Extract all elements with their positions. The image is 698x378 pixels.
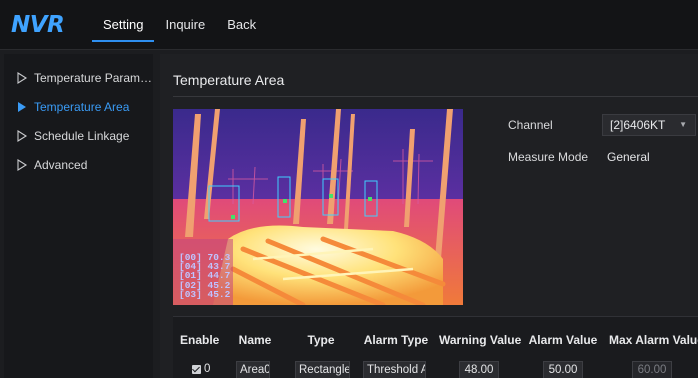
column-header-name: Name xyxy=(238,333,272,347)
channel-value: [2]6406KT xyxy=(610,118,666,132)
triangle-outline-right-icon xyxy=(17,129,28,142)
column-header-alarm-value: Alarm Value xyxy=(528,333,598,347)
measure-mode-value: General xyxy=(607,150,650,164)
max-alarm-value-input: 60.00 xyxy=(632,361,672,378)
thermal-preview[interactable]: [00] 70.3 [04] 43.7 [01] 44.7 [02] 45.2 … xyxy=(173,109,463,305)
nav-inquire[interactable]: Inquire xyxy=(154,0,216,50)
row-index: 0 xyxy=(204,363,211,375)
column-header-warning-value: Warning Value xyxy=(439,333,522,347)
area-type-select[interactable]: Rectangle xyxy=(295,361,350,378)
sidebar-item-schedule-linkage[interactable]: Schedule Linkage xyxy=(4,121,153,150)
triangle-outline-right-icon xyxy=(17,71,28,84)
column-header-enable: Enable xyxy=(180,333,220,347)
column-header-alarm-type: Alarm Type xyxy=(363,333,429,347)
sidebar-item-label: Temperature Area xyxy=(34,99,130,114)
channel-select[interactable]: [2]6406KT ▼ xyxy=(602,114,696,136)
alarm-value-input[interactable]: 50.00 xyxy=(543,361,583,378)
page-title: Temperature Area xyxy=(173,72,285,88)
area-table: Enable Name Type Alarm Type Warning Valu… xyxy=(173,316,698,378)
sidebar-item-label: Schedule Linkage xyxy=(34,128,130,143)
main-panel: Temperature Area [00] 70.3 [04] 43.7 [01… xyxy=(160,54,698,378)
measure-mode-label: Measure Mode xyxy=(508,150,589,164)
caret-down-icon: ▼ xyxy=(679,120,687,129)
top-bar: NVR Setting Inquire Back xyxy=(0,0,698,50)
sidebar-item-label: Advanced xyxy=(34,157,88,172)
sidebar: Temperature Param… Temperature Area Sche… xyxy=(4,54,153,378)
temperature-readings: [00] 70.3 [04] 43.7 [01] 44.7 [02] 45.2 … xyxy=(179,253,231,300)
nav-setting[interactable]: Setting xyxy=(92,0,155,50)
enable-checkbox[interactable] xyxy=(192,365,201,374)
sidebar-item-temperature-param[interactable]: Temperature Param… xyxy=(4,63,153,92)
sidebar-item-advanced[interactable]: Advanced xyxy=(4,150,153,179)
channel-label: Channel xyxy=(508,118,553,132)
nvr-logo: NVR xyxy=(11,12,65,38)
main-nav: Setting Inquire Back xyxy=(92,0,267,50)
area-name-input[interactable]: Area0 xyxy=(236,361,270,378)
nav-back[interactable]: Back xyxy=(216,0,267,50)
warning-value-input[interactable]: 48.00 xyxy=(459,361,499,378)
column-header-max-alarm-value: Max Alarm Value xyxy=(609,333,698,347)
sidebar-item-label: Temperature Param… xyxy=(34,70,153,85)
reading-line: [03] 45.2 xyxy=(179,288,231,300)
triangle-outline-right-icon xyxy=(17,158,28,171)
table-row: 0 Area0 Rectangle Threshold Ala 48.00 50… xyxy=(173,361,698,378)
column-header-type: Type xyxy=(307,333,335,347)
alarm-type-select[interactable]: Threshold Ala xyxy=(363,361,426,378)
title-divider xyxy=(173,96,698,97)
triangle-filled-right-icon xyxy=(18,101,26,112)
sidebar-item-temperature-area[interactable]: Temperature Area xyxy=(4,92,153,121)
